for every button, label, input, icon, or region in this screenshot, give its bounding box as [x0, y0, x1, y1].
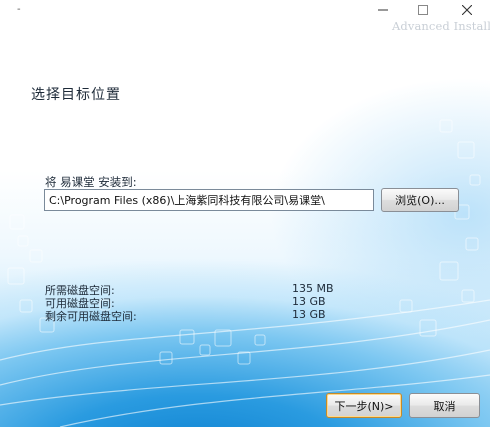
maximize-button[interactable] [408, 0, 438, 20]
maximize-icon [418, 5, 428, 15]
brand-logo-text: Advanced Installer [392, 19, 490, 33]
background-decoration [0, 119, 490, 427]
install-path-input[interactable] [44, 189, 374, 211]
minimize-button[interactable] [368, 0, 398, 20]
disk-space-label: 剩余可用磁盘空间: [45, 310, 137, 323]
page-title: 选择目标位置 [31, 87, 121, 103]
browse-button[interactable]: 浏览(O)... [381, 188, 459, 212]
cancel-button[interactable]: 取消 [409, 393, 480, 418]
install-path-label: 将 易课堂 安装到: [45, 175, 137, 189]
disk-space-value: 135 MB [292, 282, 334, 295]
window-title: - [17, 4, 21, 15]
installer-window: - Advanced Installer 选择目标位置 将 易课堂 安装到: 浏… [0, 0, 490, 427]
next-button[interactable]: 下一步(N)> [326, 393, 402, 418]
close-button[interactable] [452, 0, 482, 20]
disk-space-value: 13 GB [292, 295, 326, 308]
close-icon [462, 5, 472, 15]
disk-space-value: 13 GB [292, 308, 326, 321]
minimize-icon [378, 5, 388, 15]
